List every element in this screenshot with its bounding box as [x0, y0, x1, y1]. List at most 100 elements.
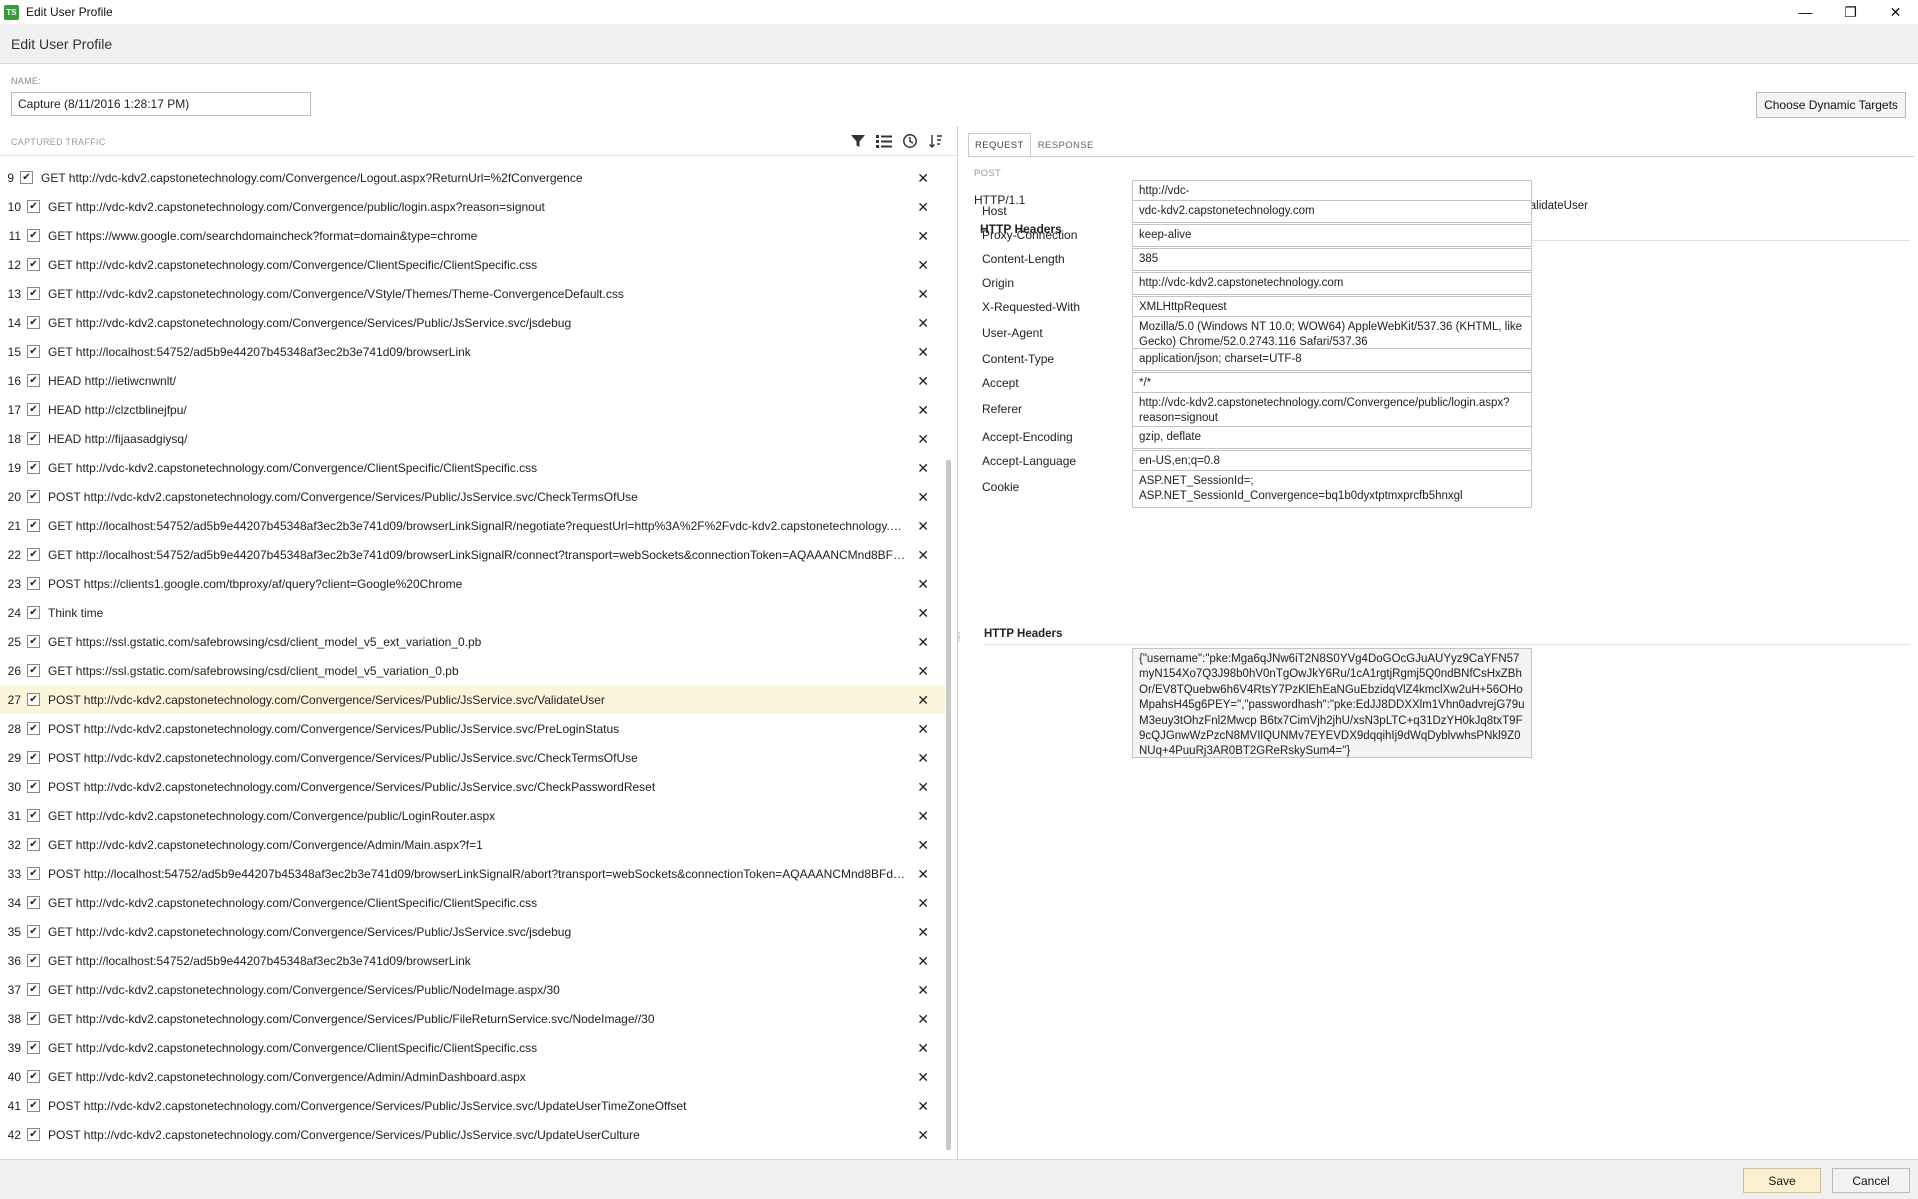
- row-checkbox[interactable]: ✔: [27, 809, 40, 822]
- request-body-field[interactable]: {"username":"pke:Mga6qJNw6iT2N8S0YVg4DoG…: [1132, 648, 1532, 758]
- traffic-row[interactable]: 29 ✔ POST http://vdc-kdv2.capstonetechnolo…: [0, 743, 945, 772]
- delete-row-icon[interactable]: ✕: [917, 286, 929, 303]
- delete-row-icon[interactable]: ✕: [917, 576, 929, 593]
- delete-row-icon[interactable]: ✕: [917, 402, 929, 419]
- delete-row-icon[interactable]: ✕: [917, 953, 929, 970]
- delete-row-icon[interactable]: ✕: [917, 605, 929, 622]
- delete-row-icon[interactable]: ✕: [917, 170, 929, 187]
- row-checkbox[interactable]: ✔: [27, 229, 40, 242]
- tab-response[interactable]: RESPONSE: [1031, 133, 1101, 157]
- row-checkbox[interactable]: ✔: [27, 461, 40, 474]
- delete-row-icon[interactable]: ✕: [917, 750, 929, 767]
- sort-icon[interactable]: [926, 132, 946, 150]
- delete-row-icon[interactable]: ✕: [917, 837, 929, 854]
- header-value-field[interactable]: 385: [1132, 248, 1532, 271]
- row-checkbox[interactable]: ✔: [27, 635, 40, 648]
- delete-row-icon[interactable]: ✕: [917, 228, 929, 245]
- traffic-row[interactable]: 30 ✔ POST http://vdc-kdv2.capstonetechnolo…: [0, 772, 945, 801]
- filter-icon[interactable]: [848, 132, 868, 150]
- header-value-field[interactable]: http://vdc-kdv2.capstonetechnology.com: [1132, 272, 1532, 295]
- delete-row-icon[interactable]: ✕: [917, 634, 929, 651]
- traffic-row[interactable]: 34 ✔ GET http://vdc-kdv2.capstonetechnolog…: [0, 888, 945, 917]
- delete-row-icon[interactable]: ✕: [917, 1127, 929, 1144]
- delete-row-icon[interactable]: ✕: [917, 518, 929, 535]
- traffic-row[interactable]: 19 ✔ GET http://vdc-kdv2.capstonetechnolog…: [0, 453, 945, 482]
- row-checkbox[interactable]: ✔: [27, 1128, 40, 1141]
- traffic-row[interactable]: 39 ✔ GET http://vdc-kdv2.capstonetechnolog…: [0, 1033, 945, 1062]
- delete-row-icon[interactable]: ✕: [917, 257, 929, 274]
- traffic-row[interactable]: 24 ✔ Think time ✕: [0, 598, 945, 627]
- row-checkbox[interactable]: ✔: [27, 867, 40, 880]
- row-checkbox[interactable]: ✔: [27, 258, 40, 271]
- row-checkbox[interactable]: ✔: [27, 780, 40, 793]
- delete-row-icon[interactable]: ✕: [917, 344, 929, 361]
- row-checkbox[interactable]: ✔: [27, 345, 40, 358]
- delete-row-icon[interactable]: ✕: [917, 895, 929, 912]
- traffic-scrollbar[interactable]: [946, 460, 951, 1150]
- delete-row-icon[interactable]: ✕: [917, 1098, 929, 1115]
- traffic-row[interactable]: 23 ✔ POST https://clients1.google.com/tbpr…: [0, 569, 945, 598]
- save-button[interactable]: Save: [1743, 1168, 1821, 1193]
- delete-row-icon[interactable]: ✕: [917, 808, 929, 825]
- row-checkbox[interactable]: ✔: [27, 838, 40, 851]
- row-checkbox[interactable]: ✔: [27, 925, 40, 938]
- row-checkbox[interactable]: ✔: [27, 548, 40, 561]
- delete-row-icon[interactable]: ✕: [917, 982, 929, 999]
- traffic-row[interactable]: 14 ✔ GET http://vdc-kdv2.capstonetechnolog…: [0, 308, 945, 337]
- row-checkbox[interactable]: ✔: [27, 374, 40, 387]
- header-value-field[interactable]: keep-alive: [1132, 224, 1532, 247]
- traffic-row[interactable]: 9 ✔ GET http://vdc-kdv2.capstonetechnology…: [0, 163, 945, 192]
- row-checkbox[interactable]: ✔: [27, 490, 40, 503]
- row-checkbox[interactable]: ✔: [27, 577, 40, 590]
- delete-row-icon[interactable]: ✕: [917, 547, 929, 564]
- traffic-row[interactable]: 20 ✔ POST http://vdc-kdv2.capstonetechnolo…: [0, 482, 945, 511]
- row-checkbox[interactable]: ✔: [27, 1099, 40, 1112]
- header-value-field[interactable]: gzip, deflate: [1132, 426, 1532, 449]
- row-checkbox[interactable]: ✔: [27, 983, 40, 996]
- row-checkbox[interactable]: ✔: [27, 751, 40, 764]
- delete-row-icon[interactable]: ✕: [917, 373, 929, 390]
- panel-splitter-handle[interactable]: ⁞ ⁞: [955, 632, 963, 650]
- delete-row-icon[interactable]: ✕: [917, 315, 929, 332]
- traffic-row[interactable]: 33 ✔ POST http://localhost:54752/ad5b9e442…: [0, 859, 945, 888]
- delete-row-icon[interactable]: ✕: [917, 663, 929, 680]
- delete-row-icon[interactable]: ✕: [917, 199, 929, 216]
- row-checkbox[interactable]: ✔: [27, 722, 40, 735]
- traffic-row[interactable]: 40 ✔ GET http://vdc-kdv2.capstonetechnolog…: [0, 1062, 945, 1091]
- row-checkbox[interactable]: ✔: [27, 519, 40, 532]
- row-checkbox[interactable]: ✔: [27, 954, 40, 967]
- traffic-row[interactable]: 36 ✔ GET http://localhost:54752/ad5b9e4420…: [0, 946, 945, 975]
- traffic-row[interactable]: 12 ✔ GET http://vdc-kdv2.capstonetechnolog…: [0, 250, 945, 279]
- delete-row-icon[interactable]: ✕: [917, 489, 929, 506]
- traffic-row[interactable]: 16 ✔ HEAD http://ietiwcnwnlt/ ✕: [0, 366, 945, 395]
- delete-row-icon[interactable]: ✕: [917, 721, 929, 738]
- header-value-field[interactable]: ASP.NET_SessionId=; ASP.NET_SessionId_Co…: [1132, 470, 1532, 508]
- row-checkbox[interactable]: ✔: [27, 1012, 40, 1025]
- delete-row-icon[interactable]: ✕: [917, 1069, 929, 1086]
- traffic-row[interactable]: 37 ✔ GET http://vdc-kdv2.capstonetechnolog…: [0, 975, 945, 1004]
- row-checkbox[interactable]: ✔: [27, 606, 40, 619]
- history-icon[interactable]: [900, 132, 920, 150]
- row-checkbox[interactable]: ✔: [27, 896, 40, 909]
- header-value-field[interactable]: application/json; charset=UTF-8: [1132, 348, 1532, 371]
- delete-row-icon[interactable]: ✕: [917, 692, 929, 709]
- row-checkbox[interactable]: ✔: [27, 693, 40, 706]
- header-value-field[interactable]: vdc-kdv2.capstonetechnology.com: [1132, 200, 1532, 223]
- traffic-row[interactable]: 25 ✔ GET https://ssl.gstatic.com/safebrows…: [0, 627, 945, 656]
- row-checkbox[interactable]: ✔: [27, 403, 40, 416]
- delete-row-icon[interactable]: ✕: [917, 460, 929, 477]
- traffic-row[interactable]: 38 ✔ GET http://vdc-kdv2.capstonetechnolog…: [0, 1004, 945, 1033]
- row-checkbox[interactable]: ✔: [27, 316, 40, 329]
- traffic-row[interactable]: 10 ✔ GET http://vdc-kdv2.capstonetechnolog…: [0, 192, 945, 221]
- traffic-row[interactable]: 42 ✔ POST http://vdc-kdv2.capstonetechnolo…: [0, 1120, 945, 1149]
- traffic-row[interactable]: 11 ✔ GET https://www.google.com/searchdoma…: [0, 221, 945, 250]
- traffic-row[interactable]: 17 ✔ HEAD http://clzctblinejfpu/ ✕: [0, 395, 945, 424]
- profile-name-input[interactable]: [11, 92, 311, 116]
- choose-dynamic-targets-button[interactable]: Choose Dynamic Targets: [1756, 92, 1906, 118]
- traffic-row[interactable]: 41 ✔ POST http://vdc-kdv2.capstonetechnolo…: [0, 1091, 945, 1120]
- row-checkbox[interactable]: ✔: [20, 171, 33, 184]
- traffic-row[interactable]: 28 ✔ POST http://vdc-kdv2.capstonetechnolo…: [0, 714, 945, 743]
- traffic-row[interactable]: 35 ✔ GET http://vdc-kdv2.capstonetechnolog…: [0, 917, 945, 946]
- minimize-button[interactable]: —: [1783, 0, 1828, 24]
- traffic-row[interactable]: 18 ✔ HEAD http://fijaasadgiysq/ ✕: [0, 424, 945, 453]
